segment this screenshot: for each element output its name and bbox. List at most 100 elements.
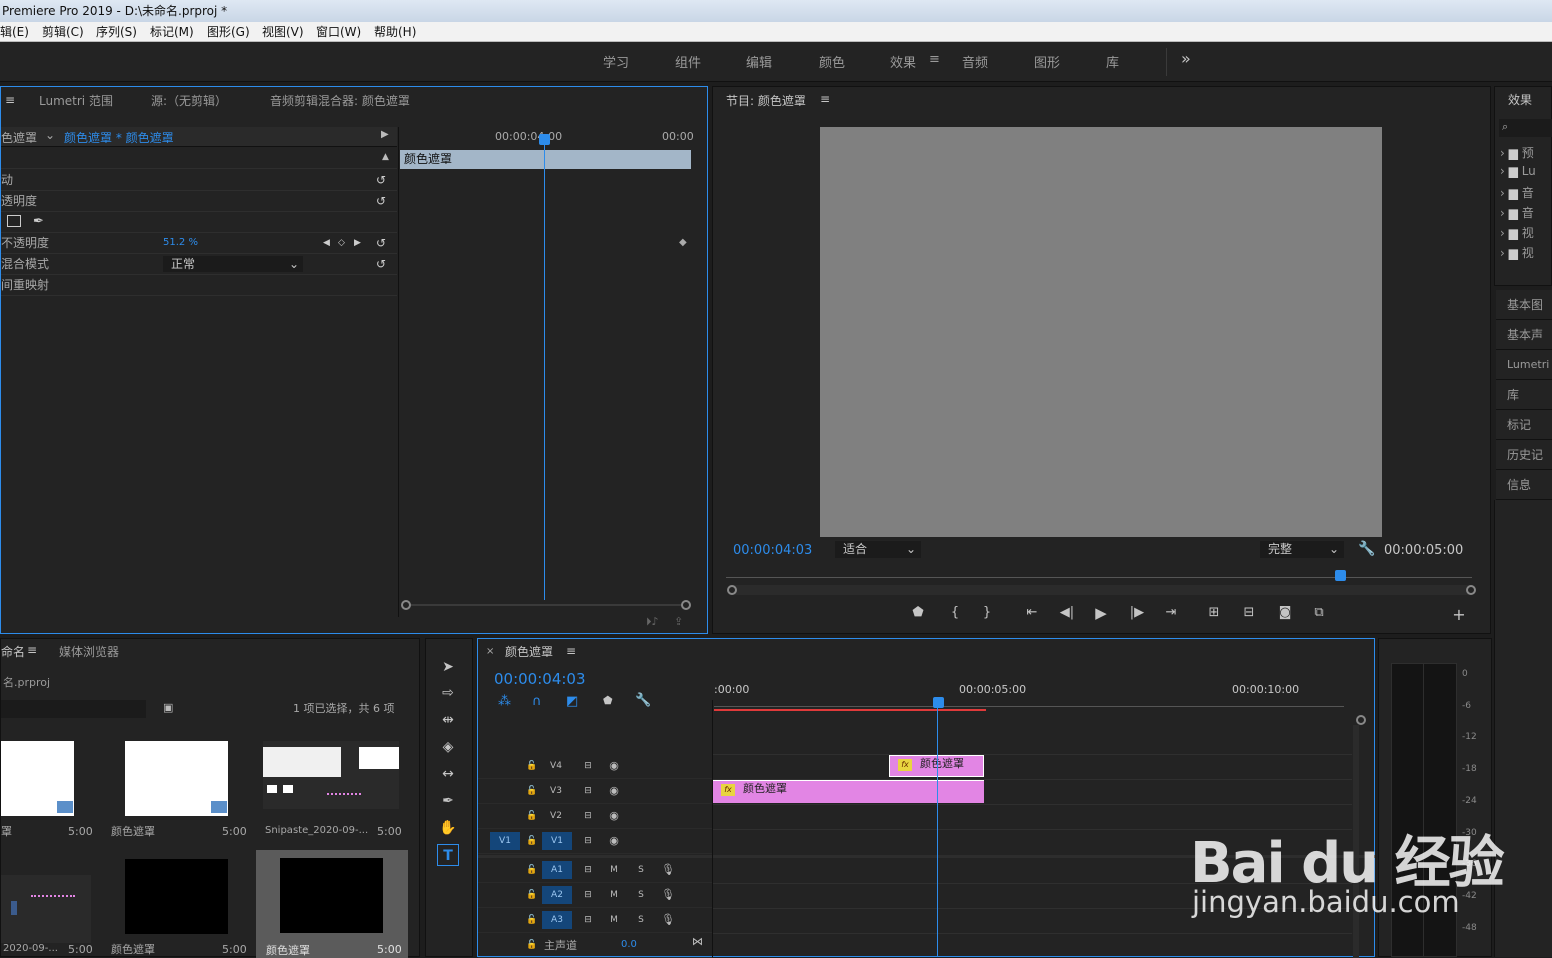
effects-folder-presets[interactable]: › ▆ 预 <box>1500 144 1534 161</box>
reset-icon[interactable]: ↺ <box>376 233 386 253</box>
timeline-playhead-handle[interactable] <box>933 697 944 708</box>
project-item-thumb[interactable] <box>280 858 383 933</box>
mute-button[interactable]: M <box>604 861 624 879</box>
track-label[interactable]: A2 <box>542 886 572 904</box>
menu-marker[interactable]: 标记(M) <box>150 22 194 42</box>
project-item-label[interactable]: Snipaste_2020-09-... <box>265 825 368 836</box>
add-keyframe-icon[interactable]: ◇ <box>338 233 345 253</box>
project-item-thumb[interactable] <box>263 741 399 809</box>
effects-folder-video-effects[interactable]: › ▆ 视 <box>1500 224 1534 241</box>
keyframe-icon[interactable]: ◆ <box>679 237 687 248</box>
new-bin-icon[interactable]: ▣ <box>163 701 173 714</box>
reset-icon[interactable]: ↺ <box>376 170 386 190</box>
menu-clip[interactable]: 剪辑(C) <box>42 22 84 42</box>
project-item-label[interactable]: 2020-09-... <box>3 943 58 954</box>
add-marker-icon[interactable]: ⬟ <box>908 605 928 620</box>
eye-icon[interactable]: ◉ <box>604 807 624 825</box>
lock-icon[interactable]: 🔓 <box>522 832 542 850</box>
workspace-editing[interactable]: 编辑 <box>746 52 772 71</box>
program-zoom-bar[interactable] <box>729 585 1471 595</box>
collapse-up-icon[interactable]: ▲ <box>382 152 389 162</box>
panel-menu-icon[interactable]: ≡ <box>27 643 37 657</box>
side-tab-essential-graphics[interactable]: 基本图形 <box>1496 290 1552 342</box>
sync-lock-icon[interactable]: ⊟ <box>578 782 598 800</box>
add-button-icon[interactable]: + <box>1449 605 1469 624</box>
solo-button[interactable]: S <box>631 861 651 879</box>
workspace-color[interactable]: 颜色 <box>819 52 845 71</box>
project-search-input[interactable] <box>1 700 146 718</box>
nest-toggle-icon[interactable]: ⁂ <box>498 694 511 709</box>
side-tab-history[interactable]: 历史记录 <box>1496 440 1552 492</box>
workspace-overflow-icon[interactable]: » <box>1181 49 1191 68</box>
panel-menu-icon[interactable]: ≡ <box>820 92 830 106</box>
project-item-label[interactable]: 颜色遮罩 <box>111 823 155 839</box>
lock-icon[interactable]: 🔓 <box>522 936 542 954</box>
workspace-libraries[interactable]: 库 <box>1106 52 1119 71</box>
lock-icon[interactable]: 🔓 <box>522 861 542 879</box>
side-tab-info[interactable]: 信息 <box>1496 470 1552 500</box>
wrench-icon[interactable]: 🔧 <box>1358 541 1375 557</box>
project-item-label[interactable]: 颜色遮罩 <box>266 942 310 958</box>
chevron-down-icon[interactable]: ⌄ <box>45 128 55 142</box>
tab-lumetri-scopes[interactable]: Lumetri 范围 <box>39 92 113 109</box>
tab-audio-clip-mixer[interactable]: 音频剪辑混合器: 颜色遮罩 <box>270 92 410 109</box>
program-ruler[interactable] <box>726 577 1472 578</box>
workspace-assembly[interactable]: 组件 <box>675 52 701 71</box>
menu-help[interactable]: 帮助(H) <box>374 22 416 42</box>
menu-edit[interactable]: 辑(E) <box>0 22 29 42</box>
clip-instance-label[interactable]: 颜色遮罩 * 颜色遮罩 <box>64 129 174 146</box>
lock-icon[interactable]: 🔓 <box>522 911 542 929</box>
rectangle-mask-icon[interactable] <box>7 215 21 227</box>
tab-media-browser[interactable]: 媒体浏览器 <box>59 643 119 660</box>
lock-icon[interactable]: 🔓 <box>522 757 542 775</box>
add-marker-icon[interactable]: ⬟ <box>603 694 613 707</box>
ec-clip-bar[interactable]: 颜色遮罩 <box>400 150 691 169</box>
sync-lock-icon[interactable]: ⊟ <box>578 832 598 850</box>
sync-lock-icon[interactable]: ⊟ <box>578 807 598 825</box>
effects-title[interactable]: 效果 <box>1508 91 1532 108</box>
track-select-tool-icon[interactable]: ⇨ <box>437 682 459 704</box>
ec-zoom-handle-left[interactable] <box>401 600 411 610</box>
master-volume-value[interactable]: 0.0 <box>621 939 637 950</box>
mute-button[interactable]: M <box>604 886 624 904</box>
track-label[interactable]: V3 <box>546 782 566 800</box>
ec-zoom-handle-right[interactable] <box>681 600 691 610</box>
mute-button[interactable]: M <box>604 911 624 929</box>
solo-button[interactable]: S <box>631 911 651 929</box>
sync-lock-icon[interactable]: ⊟ <box>578 886 598 904</box>
linked-selection-icon[interactable]: ◩ <box>566 694 578 709</box>
play-only-icon[interactable]: ▶ <box>381 129 389 140</box>
ec-playhead-handle[interactable] <box>539 134 550 145</box>
wrench-icon[interactable]: 🔧 <box>635 693 651 708</box>
side-tab-libraries[interactable]: 库 <box>1496 380 1552 410</box>
mark-in-icon[interactable]: { <box>945 605 965 620</box>
timeline-ruler[interactable] <box>714 701 1344 707</box>
mark-out-icon[interactable]: } <box>977 605 997 620</box>
effects-folder-audio-effects[interactable]: › ▆ 音 <box>1500 184 1534 201</box>
filter-audio-icon[interactable]: ⏵♪ <box>646 615 659 629</box>
pen-tool-icon[interactable]: ✒ <box>437 790 459 812</box>
workspace-menu-icon[interactable]: ≡ <box>929 52 940 67</box>
track-label[interactable]: A3 <box>542 911 572 929</box>
track-label[interactable]: V2 <box>546 807 566 825</box>
eye-icon[interactable]: ◉ <box>604 832 624 850</box>
eye-icon[interactable]: ◉ <box>604 782 624 800</box>
project-item-thumb[interactable] <box>1 875 91 943</box>
sync-lock-icon[interactable]: ⊟ <box>578 911 598 929</box>
pen-mask-icon[interactable]: ✒ <box>33 212 44 232</box>
effects-folder-lumetri[interactable]: › ▆ Lu <box>1500 164 1536 178</box>
snap-magnet-icon[interactable]: ∩ <box>532 694 542 709</box>
ripple-edit-tool-icon[interactable]: ⇹ <box>437 709 459 731</box>
menu-view[interactable]: 视图(V) <box>262 22 304 42</box>
next-keyframe-icon[interactable]: ▶ <box>354 233 361 253</box>
track-label[interactable]: V4 <box>546 757 566 775</box>
blend-mode-dropdown[interactable]: 正常 ⌄ <box>163 256 303 272</box>
project-item-thumb[interactable] <box>125 859 228 934</box>
close-icon[interactable]: × <box>486 646 494 657</box>
effects-folder-video-transitions[interactable]: › ▆ 视 <box>1500 244 1534 261</box>
program-monitor-title[interactable]: 节目: 颜色遮罩 <box>726 92 806 109</box>
workspace-graphics[interactable]: 图形 <box>1034 52 1060 71</box>
go-to-edit-point-icon[interactable]: ⋈ <box>692 935 703 948</box>
go-to-out-icon[interactable]: ⇥ <box>1161 605 1181 620</box>
side-tab-lumetri-color[interactable]: Lumetri 颜色 <box>1496 350 1552 401</box>
